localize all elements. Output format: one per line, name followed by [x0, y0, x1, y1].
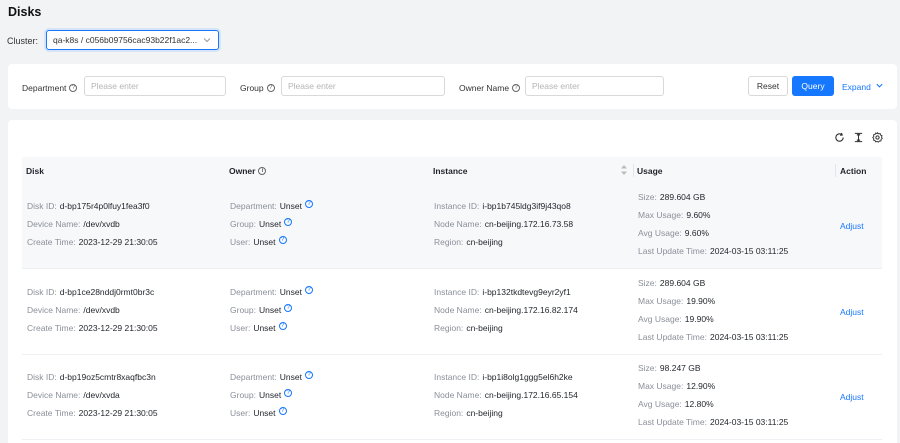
department-line: Department: Unset? — [230, 285, 313, 297]
question-circle-icon[interactable]: ? — [512, 84, 521, 92]
question-circle-icon[interactable]: ? — [305, 370, 313, 379]
column-divider — [633, 164, 634, 177]
group-line: Group: Unset? — [230, 217, 293, 229]
table-row: Disk ID: d-bp19oz5cmtr8xaqfbc3n Device Na… — [22, 355, 882, 440]
question-circle-icon[interactable]: ? — [278, 235, 287, 244]
group-line: Group: Unset? — [230, 303, 293, 315]
group-input[interactable] — [281, 76, 445, 96]
chevron-down-icon — [202, 35, 212, 45]
size-line: Size: 289.604 GB — [638, 192, 706, 202]
expand-link[interactable]: Expand — [842, 81, 884, 92]
question-circle-icon[interactable]: ? — [284, 388, 293, 397]
question-circle-icon[interactable]: ? — [284, 303, 293, 312]
header-action: Action — [840, 166, 867, 176]
info-circle-icon[interactable]: i — [258, 167, 267, 175]
device-name-line: Device Name:/dev/xvdb — [27, 305, 120, 315]
question-circle-icon[interactable]: ? — [284, 217, 293, 226]
table-row: Disk ID: d-bp175r4p0lfuy1fea3f0 Device Na… — [22, 184, 882, 269]
device-name-line: Device Name:/dev/xvdb — [27, 219, 120, 229]
user-line: User: Unset? — [230, 406, 287, 418]
max-usage-line: Max Usage: 12.90% — [638, 381, 716, 391]
table-toolbar — [834, 132, 883, 143]
last-update-line: Last Update Time: 2024-03-15 03:11:25 — [638, 246, 789, 256]
table-row: Disk ID: d-bp1ce28nddj0rmt0br3c Device Na… — [22, 270, 882, 355]
disks-table-card: Disk Owner i Instance Usage Action Disk … — [8, 120, 897, 443]
department-filter-label: Department ? — [22, 83, 78, 93]
department-line: Department: Unset? — [230, 370, 313, 382]
header-owner: Owner i — [229, 166, 267, 176]
page-title: Disks — [8, 5, 42, 19]
group-filter-label: Group ? — [240, 83, 275, 93]
department-line: Department: Unset? — [230, 199, 313, 211]
question-circle-icon[interactable]: ? — [266, 84, 275, 92]
create-time-line: Create Time: 2023-12-29 21:30:05 — [27, 237, 158, 247]
size-line: Size: 98.247 GB — [638, 363, 701, 373]
last-update-line: Last Update Time: 2024-03-15 03:11:25 — [638, 332, 789, 342]
create-time-line: Create Time: 2023-12-29 21:30:05 — [27, 323, 158, 333]
max-usage-line: Max Usage: 9.60% — [638, 210, 711, 220]
instance-id-line: Instance ID: i-bp1b745ldg3if9j43qo8 — [434, 201, 571, 211]
instance-id-line: Instance ID: i-bp132tkdtevg9eyr2yf1 — [434, 287, 571, 297]
avg-usage-line: Avg Usage: 12.80% — [638, 399, 714, 409]
disk-id-line: Disk ID: d-bp175r4p0lfuy1fea3f0 — [27, 201, 150, 211]
owner-name-filter-label: Owner Name ? — [459, 83, 521, 93]
group-line: Group: Unset? — [230, 388, 293, 400]
question-circle-icon[interactable]: ? — [69, 84, 78, 92]
avg-usage-line: Avg Usage: 9.60% — [638, 228, 709, 238]
disk-id-line: Disk ID: d-bp19oz5cmtr8xaqfbc3n — [27, 372, 156, 382]
sort-icon[interactable] — [620, 164, 628, 176]
chevron-down-icon — [875, 81, 884, 92]
last-update-line: Last Update Time: 2024-03-15 03:11:25 — [638, 417, 789, 427]
department-input[interactable] — [84, 76, 226, 96]
settings-gear-icon[interactable] — [872, 132, 883, 143]
cluster-select-value: qa-k8s / c056b09756cac93b22f1ac2... — [53, 35, 198, 45]
region-line: Region: cn-beijing — [434, 323, 503, 333]
header-usage: Usage — [637, 166, 663, 176]
filter-panel: Department ? Group ? Owner Name ? Reset … — [8, 64, 897, 109]
node-name-line: Node Name: cn-beijing.172.16.82.174 — [434, 305, 578, 315]
refresh-icon[interactable] — [834, 132, 845, 143]
question-circle-icon[interactable]: ? — [278, 321, 287, 330]
column-divider — [835, 164, 836, 177]
create-time-line: Create Time: 2023-12-29 21:30:05 — [27, 408, 158, 418]
user-line: User: Unset? — [230, 235, 287, 247]
max-usage-line: Max Usage: 19.90% — [638, 296, 716, 306]
question-circle-icon[interactable]: ? — [305, 199, 313, 208]
adjust-link[interactable]: Adjust — [840, 307, 864, 317]
avg-usage-line: Avg Usage: 19.90% — [638, 314, 714, 324]
node-name-line: Node Name: cn-beijing.172.16.73.58 — [434, 219, 574, 229]
column-height-icon[interactable] — [853, 132, 864, 143]
adjust-link[interactable]: Adjust — [840, 221, 864, 231]
device-name-line: Device Name:/dev/xvda — [27, 390, 120, 400]
instance-id-line: Instance ID: i-bp1i8olg1ggg5el6h2ke — [434, 372, 573, 382]
header-disk: Disk — [26, 166, 44, 176]
owner-name-input[interactable] — [525, 76, 664, 96]
header-instance: Instance — [433, 166, 468, 176]
region-line: Region: cn-beijing — [434, 237, 503, 247]
reset-button[interactable]: Reset — [748, 76, 788, 96]
region-line: Region: cn-beijing — [434, 408, 503, 418]
query-button[interactable]: Query — [792, 76, 834, 96]
question-circle-icon[interactable]: ? — [278, 406, 287, 415]
question-circle-icon[interactable]: ? — [305, 285, 313, 294]
adjust-link[interactable]: Adjust — [840, 392, 864, 402]
disk-id-line: Disk ID: d-bp1ce28nddj0rmt0br3c — [27, 287, 155, 297]
table-header: Disk Owner i Instance Usage Action — [22, 157, 882, 184]
user-line: User: Unset? — [230, 321, 287, 333]
node-name-line: Node Name: cn-beijing.172.16.65.154 — [434, 390, 578, 400]
cluster-select[interactable]: qa-k8s / c056b09756cac93b22f1ac2... — [46, 30, 219, 50]
cluster-label: Cluster: — [7, 36, 39, 46]
size-line: Size: 289.604 GB — [638, 278, 706, 288]
